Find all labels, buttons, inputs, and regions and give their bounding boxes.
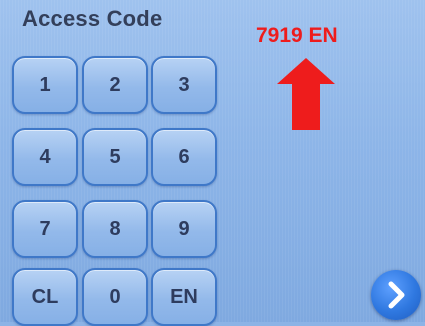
key-5[interactable]: 5 [82,128,148,186]
key-6[interactable]: 6 [151,128,217,186]
key-3[interactable]: 3 [151,56,217,114]
key-8[interactable]: 8 [82,200,148,258]
key-9[interactable]: 9 [151,200,217,258]
annotation-text: 7919 EN [256,24,338,47]
page-title: Access Code [22,6,163,31]
key-7[interactable]: 7 [12,200,78,258]
arrow-up-icon [277,58,335,130]
key-1[interactable]: 1 [12,56,78,114]
clear-button[interactable]: CL [12,268,78,326]
key-2[interactable]: 2 [82,56,148,114]
key-0[interactable]: 0 [82,268,148,326]
chevron-right-icon [388,281,405,309]
enter-button[interactable]: EN [151,268,217,326]
next-button[interactable] [371,270,421,320]
keypad-screen: Access Code 1 2 3 4 5 6 7 8 9 CL 0 EN 79… [0,0,425,326]
key-4[interactable]: 4 [12,128,78,186]
